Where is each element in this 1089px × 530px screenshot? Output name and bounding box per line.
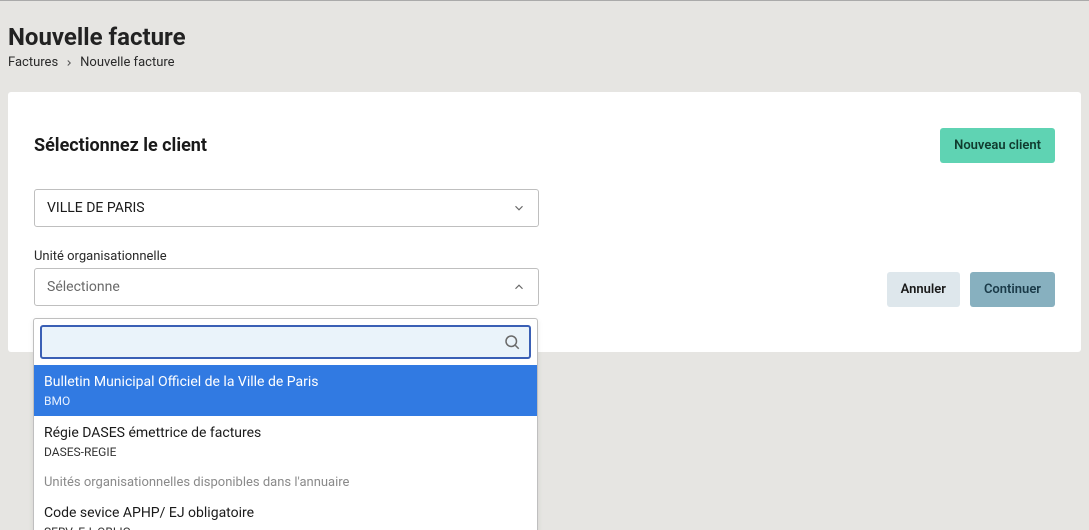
search-icon	[503, 333, 521, 351]
dropdown-option-primary: Régie DASES émettrice de factures	[44, 424, 527, 443]
section-title: Sélectionnez le client	[34, 135, 207, 156]
dropdown-option[interactable]: Régie DASES émettrice de factures DASES-…	[34, 416, 537, 467]
dropdown-option-primary: Bulletin Municipal Officiel de la Ville …	[44, 373, 527, 392]
dropdown-option[interactable]: Code sevice APHP/ EJ obligatoire SERV_EJ…	[34, 496, 537, 530]
continue-button[interactable]: Continuer	[970, 272, 1055, 307]
dropdown-option-primary: Code sevice APHP/ EJ obligatoire	[44, 504, 527, 523]
breadcrumb-root[interactable]: Factures	[8, 55, 58, 70]
dropdown-list: Bulletin Municipal Officiel de la Ville …	[34, 365, 537, 530]
org-unit-select[interactable]: Sélectionne	[34, 268, 539, 306]
form-card: Sélectionnez le client Nouveau client VI…	[8, 92, 1081, 352]
dropdown-option-secondary: SERV_EJ_OBLIG	[44, 525, 527, 530]
page-title: Nouvelle facture	[8, 23, 1081, 51]
breadcrumb-current: Nouvelle facture	[80, 55, 174, 70]
dropdown-option-secondary: DASES-REGIE	[44, 445, 527, 459]
chevron-right-icon	[64, 58, 74, 68]
org-unit-dropdown: Bulletin Municipal Officiel de la Ville …	[33, 318, 538, 530]
new-client-button[interactable]: Nouveau client	[940, 128, 1055, 163]
client-select[interactable]: VILLE DE PARIS	[34, 189, 539, 227]
dropdown-option[interactable]: Bulletin Municipal Officiel de la Ville …	[34, 365, 537, 416]
client-select-value: VILLE DE PARIS	[47, 200, 145, 216]
dropdown-option-secondary: BMO	[44, 394, 527, 408]
org-unit-label: Unité organisationnelle	[34, 249, 539, 264]
breadcrumb: Factures Nouvelle facture	[8, 55, 1081, 70]
dropdown-search-input[interactable]	[50, 333, 503, 351]
cancel-button[interactable]: Annuler	[887, 272, 960, 307]
dropdown-search-wrap	[40, 325, 531, 359]
chevron-up-icon	[512, 280, 526, 294]
org-unit-placeholder: Sélectionne	[47, 279, 120, 295]
chevron-down-icon	[512, 201, 526, 215]
dropdown-group-header: Unités organisationnelles disponibles da…	[34, 467, 537, 496]
